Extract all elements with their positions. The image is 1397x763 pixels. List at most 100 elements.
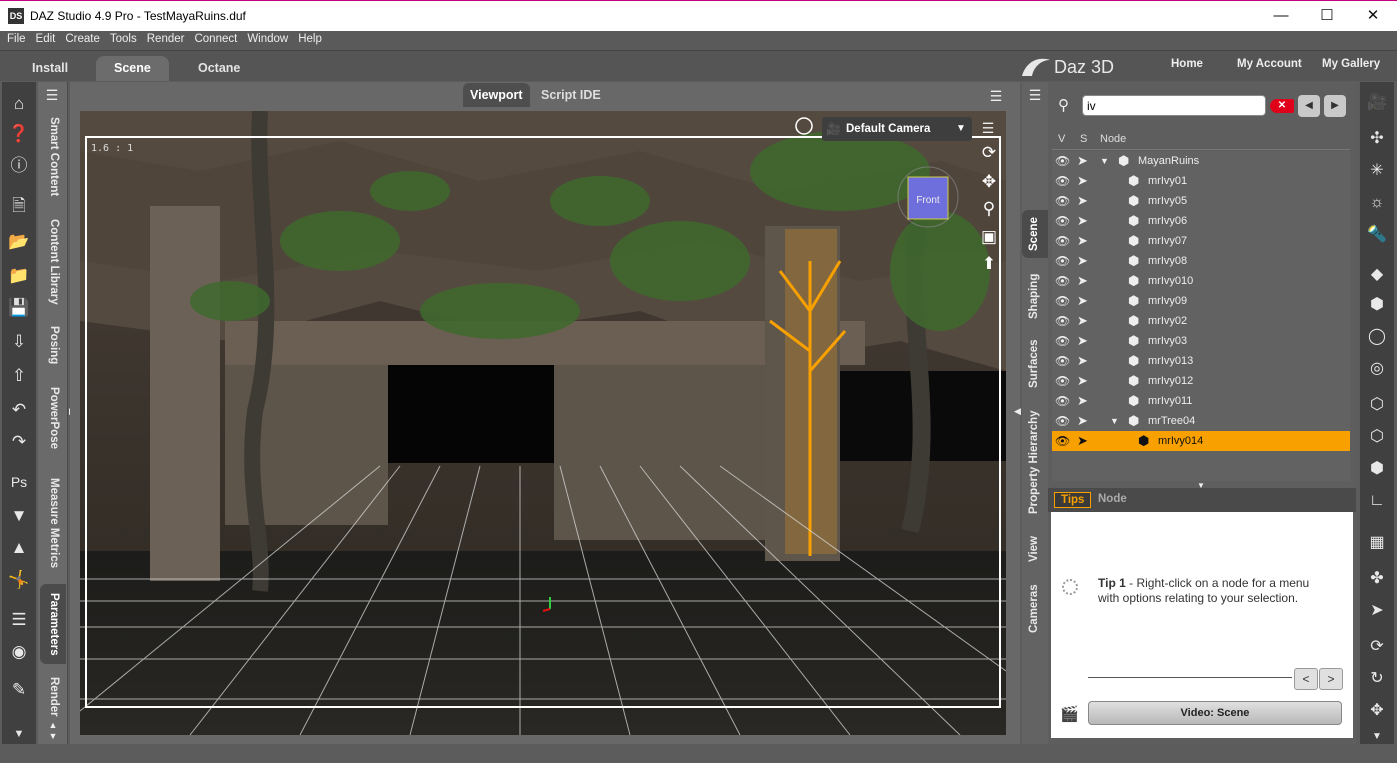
select-arrow-icon[interactable]: ➤	[1364, 598, 1390, 624]
tree-row[interactable]: 👁 ➤ ⬢ mrIvy010	[1052, 271, 1350, 291]
grid-pattern-icon[interactable]: ▦	[1364, 530, 1390, 556]
tab-content-library[interactable]: Content Library	[40, 214, 66, 310]
tree-row[interactable]: 👁 ➤ ▼ ⬢ MayanRuins	[1052, 151, 1350, 171]
visibility-eye-icon[interactable]: 👁	[1055, 191, 1070, 211]
ring-icon[interactable]: ◎	[1364, 356, 1390, 382]
distant-light-icon[interactable]: ✣	[1364, 126, 1390, 152]
brush-icon[interactable]: ✎	[7, 678, 31, 702]
aim-icon[interactable]: ⬆	[978, 253, 1000, 275]
cube-add-icon[interactable]: ⬢	[1364, 292, 1390, 318]
visibility-eye-icon[interactable]: 👁	[1055, 431, 1070, 451]
circle-g-icon[interactable]: ◉	[7, 640, 31, 664]
tab-octane[interactable]: Octane	[180, 56, 258, 81]
tab-surfaces[interactable]: Surfaces	[1022, 334, 1048, 394]
tree-row[interactable]: 👁 ➤ ⬢ mrIvy09	[1052, 291, 1350, 311]
orbit-icon[interactable]: ⟳	[978, 142, 1000, 164]
visibility-eye-icon[interactable]: 👁	[1055, 151, 1070, 171]
undo-icon[interactable]: ↶	[7, 398, 31, 422]
visibility-eye-icon[interactable]: 👁	[1055, 231, 1070, 251]
selectable-cursor-icon[interactable]: ➤	[1077, 351, 1088, 371]
universal-tool-icon[interactable]: ✤	[1364, 566, 1390, 592]
tab-smart-content[interactable]: Smart Content	[40, 114, 66, 200]
viewport-menu-icon[interactable]: ☰	[978, 119, 998, 137]
pan-icon[interactable]: ✥	[978, 171, 1000, 193]
scroll-down-icon[interactable]: ▼	[7, 722, 31, 746]
visibility-eye-icon[interactable]: 👁	[1055, 271, 1070, 291]
video-scene-button[interactable]: Video: Scene	[1088, 701, 1342, 725]
camera-add-icon[interactable]: 🎥	[1364, 90, 1390, 116]
tree-row[interactable]: 👁 ➤ ⬢ mrIvy06	[1052, 211, 1350, 231]
visibility-eye-icon[interactable]: 👁	[1055, 351, 1070, 371]
link-my-account[interactable]: My Account	[1237, 58, 1302, 70]
viewport-options-icon[interactable]: ☰	[986, 87, 1006, 105]
primitive-icon[interactable]: ◆	[1364, 262, 1390, 288]
visibility-eye-icon[interactable]: 👁	[1055, 171, 1070, 191]
tab-cameras[interactable]: Cameras	[1022, 578, 1048, 640]
visibility-eye-icon[interactable]: 👁	[1055, 291, 1070, 311]
visibility-eye-icon[interactable]: 👁	[1055, 331, 1070, 351]
tab-tips[interactable]: Tips	[1054, 492, 1092, 508]
menu-connect[interactable]: Connect	[187, 31, 240, 45]
visibility-eye-icon[interactable]: 👁	[1055, 251, 1070, 271]
visibility-eye-icon[interactable]: 👁	[1055, 371, 1070, 391]
tab-render[interactable]: Render	[40, 674, 66, 720]
selectable-cursor-icon[interactable]: ➤	[1077, 191, 1088, 211]
maximize-button[interactable]: ☐	[1304, 1, 1350, 31]
tree-row[interactable]: 👁 ➤ ⬢ mrIvy08	[1052, 251, 1350, 271]
visibility-eye-icon[interactable]: 👁	[1055, 411, 1070, 431]
menu-file[interactable]: File	[0, 31, 29, 45]
selectable-cursor-icon[interactable]: ➤	[1077, 331, 1088, 351]
cube-outline-icon[interactable]: ⬡	[1364, 424, 1390, 450]
photoshop-bridge-icon[interactable]: Ps	[7, 470, 31, 494]
translate-icon[interactable]: ✥	[1364, 698, 1390, 724]
selectable-cursor-icon[interactable]: ➤	[1077, 371, 1088, 391]
selectable-cursor-icon[interactable]: ➤	[1077, 211, 1088, 231]
previous-match-button[interactable]: ◀	[1298, 95, 1320, 117]
pane-options-icon[interactable]: ☰	[1025, 86, 1045, 104]
spot-light-icon[interactable]: 🔦	[1364, 222, 1390, 248]
redo-icon[interactable]: ↷	[7, 430, 31, 454]
daz3d-logo[interactable]: Daz 3D	[1020, 54, 1130, 80]
link-home[interactable]: Home	[1171, 58, 1203, 70]
column-visible[interactable]: V	[1058, 133, 1065, 145]
selectable-cursor-icon[interactable]: ➤	[1077, 251, 1088, 271]
merge-icon[interactable]: 📁	[7, 264, 31, 288]
scale-icon[interactable]: ↻	[1364, 666, 1390, 692]
cube-solid-icon[interactable]: ⬢	[1364, 456, 1390, 482]
menu-edit[interactable]: Edit	[29, 31, 59, 45]
minimize-button[interactable]: —	[1258, 1, 1304, 31]
viewport[interactable]: Front	[80, 111, 1006, 735]
clear-search-icon[interactable]: ✕	[1270, 99, 1294, 113]
tree-row[interactable]: 👁 ➤ ⬢ mrIvy014	[1052, 431, 1350, 451]
previous-tip-button[interactable]: <	[1294, 668, 1318, 690]
cube-wire-icon[interactable]: ⬡	[1364, 392, 1390, 418]
column-node[interactable]: Node	[1100, 133, 1126, 145]
figure-down-icon[interactable]: ▼	[7, 504, 31, 528]
selectable-cursor-icon[interactable]: ➤	[1077, 391, 1088, 411]
light-icon[interactable]: ☼	[1364, 190, 1390, 216]
tree-row[interactable]: 👁 ➤ ⬢ mrIvy013	[1052, 351, 1350, 371]
selectable-cursor-icon[interactable]: ➤	[1077, 231, 1088, 251]
menu-window[interactable]: Window	[240, 31, 291, 45]
selectable-cursor-icon[interactable]: ➤	[1077, 311, 1088, 331]
selectable-cursor-icon[interactable]: ➤	[1077, 411, 1088, 431]
import-icon[interactable]: ⇩	[7, 330, 31, 354]
new-scene-icon[interactable]: 🗎	[7, 194, 31, 218]
tab-powerpose[interactable]: PowerPose	[40, 382, 66, 454]
figure-icon[interactable]: ▲	[7, 536, 31, 560]
camera-select[interactable]: 🎥 Default Camera ▼	[822, 117, 972, 141]
visibility-eye-icon[interactable]: 👁	[1055, 391, 1070, 411]
selectable-cursor-icon[interactable]: ➤	[1077, 431, 1088, 451]
scroll-down-icon[interactable]: ▼	[1364, 724, 1390, 750]
tab-posing[interactable]: Posing	[40, 322, 66, 368]
ds-home-icon[interactable]: ⌂	[7, 92, 31, 116]
rotate-icon[interactable]: ⟳	[1364, 634, 1390, 660]
next-match-button[interactable]: ▶	[1324, 95, 1346, 117]
pane-options-icon[interactable]: ☰	[42, 86, 62, 104]
menu-help[interactable]: Help	[291, 31, 325, 45]
tab-parameters[interactable]: Parameters	[40, 584, 66, 664]
tree-row[interactable]: 👁 ➤ ⬢ mrIvy02	[1052, 311, 1350, 331]
tree-row[interactable]: 👁 ➤ ⬢ mrIvy01	[1052, 171, 1350, 191]
scene-search-input[interactable]	[1082, 95, 1266, 116]
pose-figure-icon[interactable]: 🤸	[7, 568, 31, 592]
